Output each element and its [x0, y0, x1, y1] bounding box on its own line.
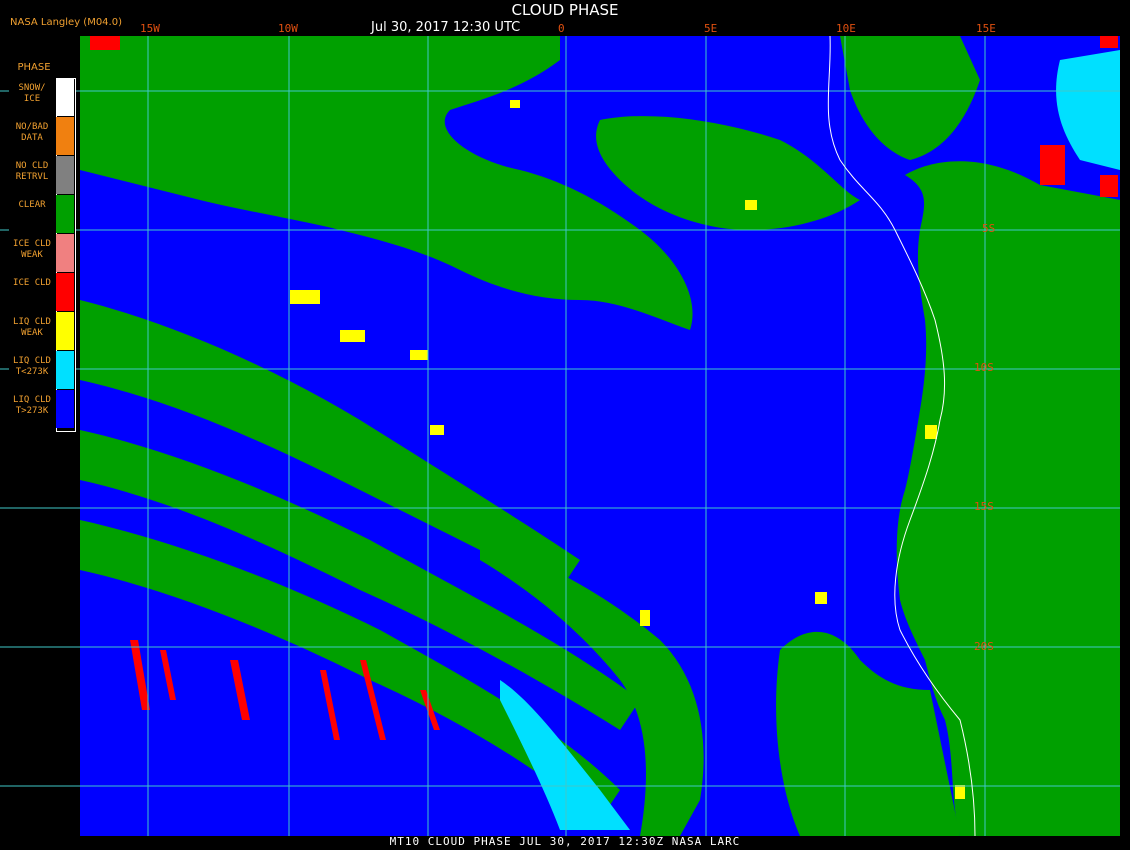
lon-label: 15E — [976, 22, 996, 35]
legend-item-label: LIQ CLD T>273K — [13, 395, 51, 416]
legend-item: NO/BAD DATA — [9, 117, 75, 155]
phase-legend: PHASE SNOW/ ICE NO/BAD DATA NO CLD RETRVL C… — [9, 36, 76, 460]
legend-item: ICE CLD — [9, 273, 75, 311]
legend-item-label: LIQ CLD WEAK — [13, 317, 51, 338]
legend-heading: PHASE — [17, 62, 51, 73]
legend-swatch — [56, 234, 74, 272]
legend-item-label: NO/BAD DATA — [15, 122, 49, 143]
cloud-phase-map — [0, 35, 1120, 837]
legend-swatch — [56, 117, 74, 155]
legend-item-label: LIQ CLD T<273K — [13, 356, 51, 377]
legend-item: CLEAR — [9, 195, 75, 233]
legend-swatch — [56, 312, 74, 350]
legend-item-label: ICE CLD — [13, 278, 51, 288]
legend-item-label: ICE CLD WEAK — [13, 239, 51, 260]
legend-item-label: SNOW/ ICE — [18, 83, 46, 104]
legend-item-label: NO CLD RETRVL — [15, 161, 49, 182]
lat-label: 20S — [974, 640, 994, 653]
lon-label: 10W — [278, 22, 298, 35]
legend-item: LIQ CLD T<273K — [9, 351, 75, 389]
lat-label: 5S — [982, 222, 996, 235]
legend-item: LIQ CLD WEAK — [9, 312, 75, 350]
legend-item: LIQ CLD T>273K — [9, 390, 75, 428]
lat-label: 10S — [974, 361, 994, 374]
legend-swatch — [56, 156, 74, 194]
lon-label: 15W — [140, 22, 160, 35]
legend-swatch — [56, 390, 74, 428]
legend-item-label: CLEAR — [18, 200, 46, 210]
legend-swatch — [56, 78, 74, 116]
lon-label: 10E — [836, 22, 856, 35]
legend-item: NO CLD RETRVL — [9, 156, 75, 194]
legend-swatch — [56, 195, 74, 233]
credit-label: NASA Langley (M04.0) — [10, 17, 122, 28]
legend-swatch — [56, 273, 74, 311]
map-title: CLOUD PHASE — [511, 1, 619, 19]
legend-item: ICE CLD WEAK — [9, 234, 75, 272]
legend-swatch — [56, 351, 74, 389]
footer-caption: MT10 CLOUD PHASE JUL 30, 2017 12:30Z NAS… — [389, 835, 741, 848]
lon-label: 5E — [704, 22, 718, 35]
map-date: Jul 30, 2017 12:30 UTC — [371, 20, 521, 35]
lat-label: 15S — [974, 500, 994, 513]
lon-label: 0 — [558, 22, 565, 35]
legend-item: SNOW/ ICE — [9, 78, 75, 116]
